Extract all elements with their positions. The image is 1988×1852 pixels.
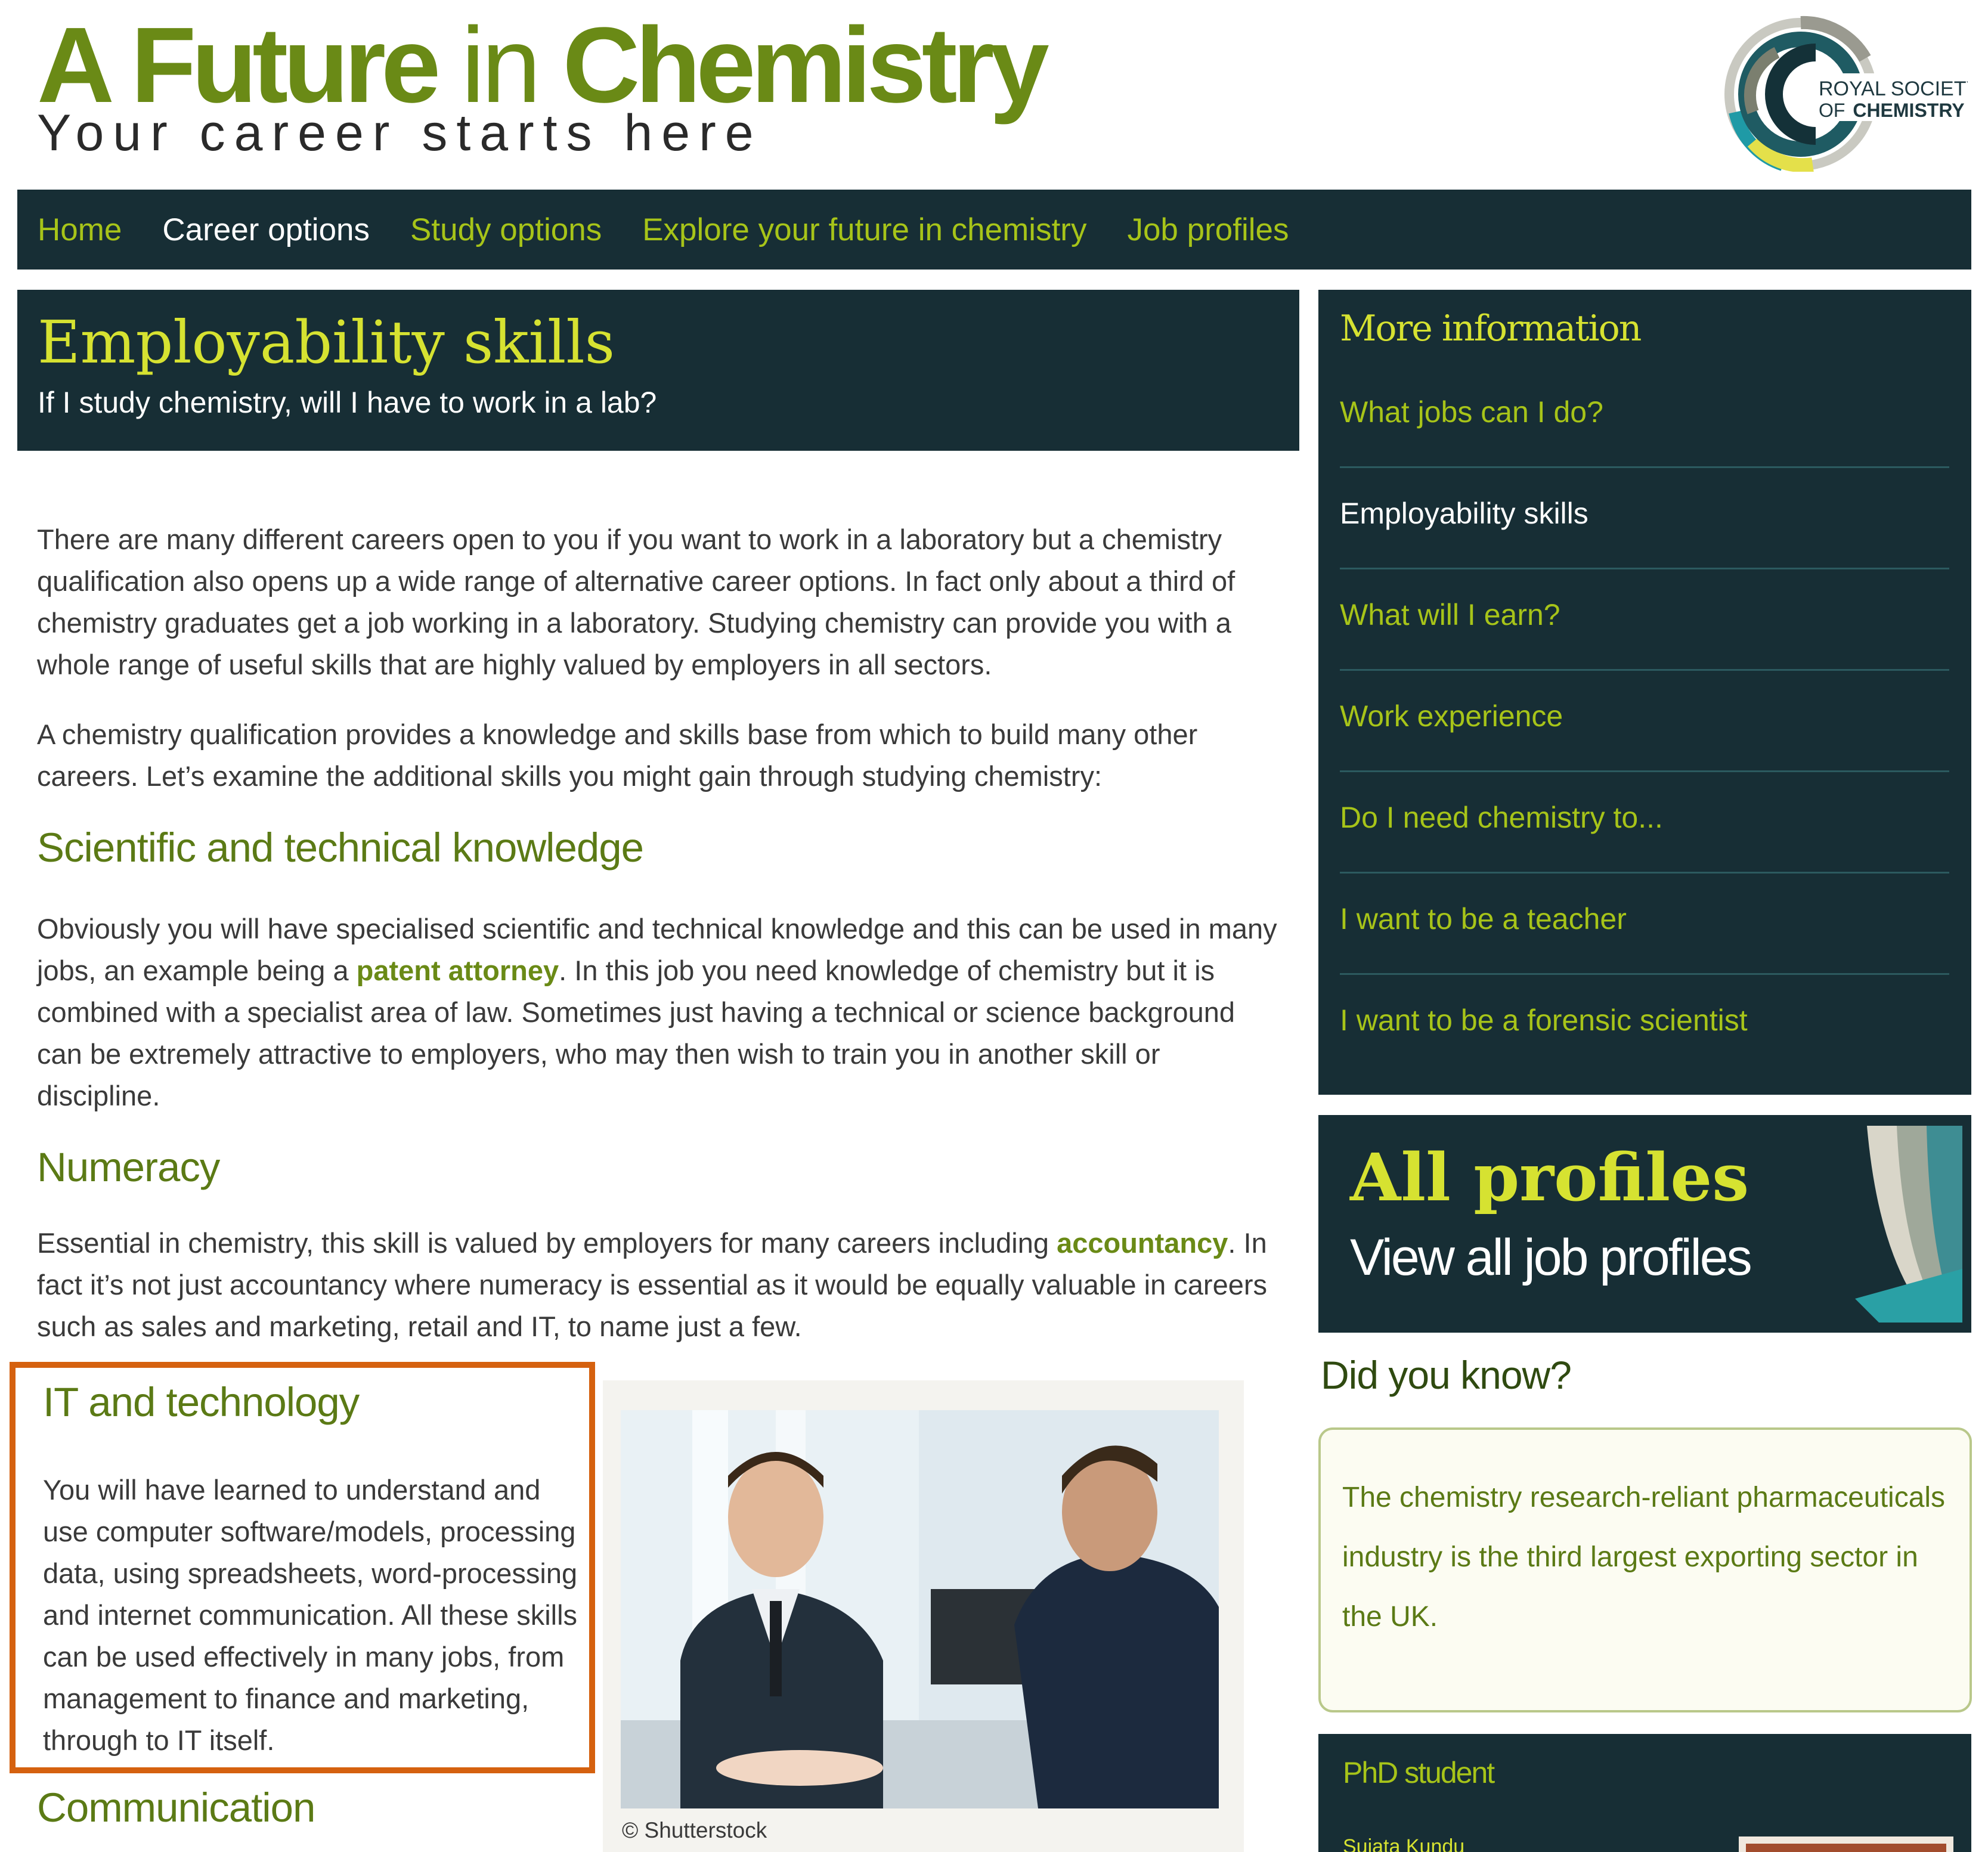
nav-career-options[interactable]: Career options — [162, 212, 370, 248]
patent-attorney-link[interactable]: patent attorney — [357, 955, 559, 986]
sidebar-link-label: What jobs can I do? — [1340, 395, 1603, 429]
intro-paragraph-1: There are many different careers open to… — [37, 524, 1235, 680]
main-nav: Home Career options Study options Explor… — [17, 190, 1971, 270]
it-highlight-box: IT and technology You will have learned … — [10, 1362, 595, 1773]
logo-line2-prefix: OF — [1819, 100, 1845, 121]
intro-paragraph-2: A chemistry qualification provides a kno… — [37, 718, 1198, 792]
page-title: Employability skills — [38, 309, 615, 377]
sidebar-link-label: What will I earn? — [1340, 598, 1560, 631]
heading-communication: Communication — [37, 1785, 315, 1831]
heading-it-technology: IT and technology — [43, 1379, 360, 1425]
more-information-panel: More information What jobs can I do? Emp… — [1318, 290, 1971, 1095]
it-paragraph: You will have learned to understand and … — [43, 1474, 578, 1756]
did-you-know-box: The chemistry research-reliant pharmaceu… — [1318, 1427, 1972, 1712]
heading-numeracy: Numeracy — [37, 1144, 220, 1190]
rsc-arc-graphic-icon — [1843, 1126, 1962, 1323]
sidebar-link-label: Employability skills — [1340, 497, 1588, 530]
rsc-logo-icon: ROYAL SOCIETY OF CHEMISTRY — [1724, 16, 1980, 173]
numeracy-paragraph: Essential in chemistry, this skill is va… — [37, 1222, 1277, 1348]
heading-scientific: Scientific and technical knowledge — [37, 825, 644, 871]
sidebar-link-earn[interactable]: What will I earn? — [1340, 568, 1949, 671]
phd-name: Sujata Kundu — [1343, 1835, 1465, 1852]
photo-panel: © Shutterstock — [603, 1380, 1244, 1852]
nav-home[interactable]: Home — [38, 212, 122, 248]
numeracy-text-1: Essential in chemistry, this skill is va… — [37, 1227, 1057, 1259]
sidebar-link-work-experience[interactable]: Work experience — [1340, 669, 1949, 772]
sidebar-link-label: Do I need chemistry to... — [1340, 801, 1663, 834]
all-profiles-banner[interactable]: All profiles View all job profiles — [1318, 1115, 1971, 1333]
did-you-know-text: The chemistry research-reliant pharmaceu… — [1342, 1482, 1946, 1633]
nav-study-options[interactable]: Study options — [410, 212, 602, 248]
sidebar-link-teacher[interactable]: I want to be a teacher — [1340, 872, 1949, 975]
sidebar-link-label: Work experience — [1340, 699, 1563, 733]
page-header: Employability skills If I study chemistr… — [17, 290, 1299, 451]
sidebar-link-forensic[interactable]: I want to be a forensic scientist — [1340, 973, 1949, 1074]
sidebar-link-label: I want to be a teacher — [1340, 902, 1627, 936]
logo-line2-main: CHEMISTRY — [1853, 100, 1964, 121]
interview-photo — [621, 1410, 1219, 1808]
sidebar-link-what-jobs[interactable]: What jobs can I do? — [1340, 365, 1949, 468]
rsc-logo[interactable]: ROYAL SOCIETY OF CHEMISTRY — [1711, 11, 1980, 173]
sidebar-link-need-chemistry[interactable]: Do I need chemistry to... — [1340, 770, 1949, 874]
sidebar-link-employability[interactable]: Employability skills — [1340, 466, 1949, 569]
all-profiles-subtitle: View all job profiles — [1350, 1229, 1752, 1286]
all-profiles-title: All profiles — [1350, 1139, 1749, 1216]
more-information-title: More information — [1340, 308, 1642, 349]
site-title[interactable]: A Future in Chemistry — [37, 12, 1049, 119]
photo-credit: © Shutterstock — [622, 1818, 767, 1842]
did-you-know-title: Did you know? — [1321, 1353, 1572, 1397]
phd-photo — [1739, 1836, 1953, 1852]
nav-explore[interactable]: Explore your future in chemistry — [642, 212, 1086, 248]
site-tagline: Your career starts here — [37, 104, 763, 162]
nav-job-profiles[interactable]: Job profiles — [1127, 212, 1289, 248]
logo-line1: ROYAL SOCIETY — [1819, 78, 1968, 100]
accountancy-link[interactable]: accountancy — [1057, 1227, 1228, 1259]
phd-title: PhD student — [1343, 1756, 1495, 1789]
scientific-paragraph: Obviously you will have specialised scie… — [37, 908, 1277, 1117]
sidebar-link-label: I want to be a forensic scientist — [1340, 1004, 1748, 1037]
svg-text:OF CHEMISTRY: OF CHEMISTRY — [1819, 100, 1965, 121]
page-subtitle: If I study chemistry, will I have to wor… — [38, 386, 657, 419]
phd-profile-card[interactable]: PhD student Sujata Kundu — [1318, 1734, 1971, 1852]
